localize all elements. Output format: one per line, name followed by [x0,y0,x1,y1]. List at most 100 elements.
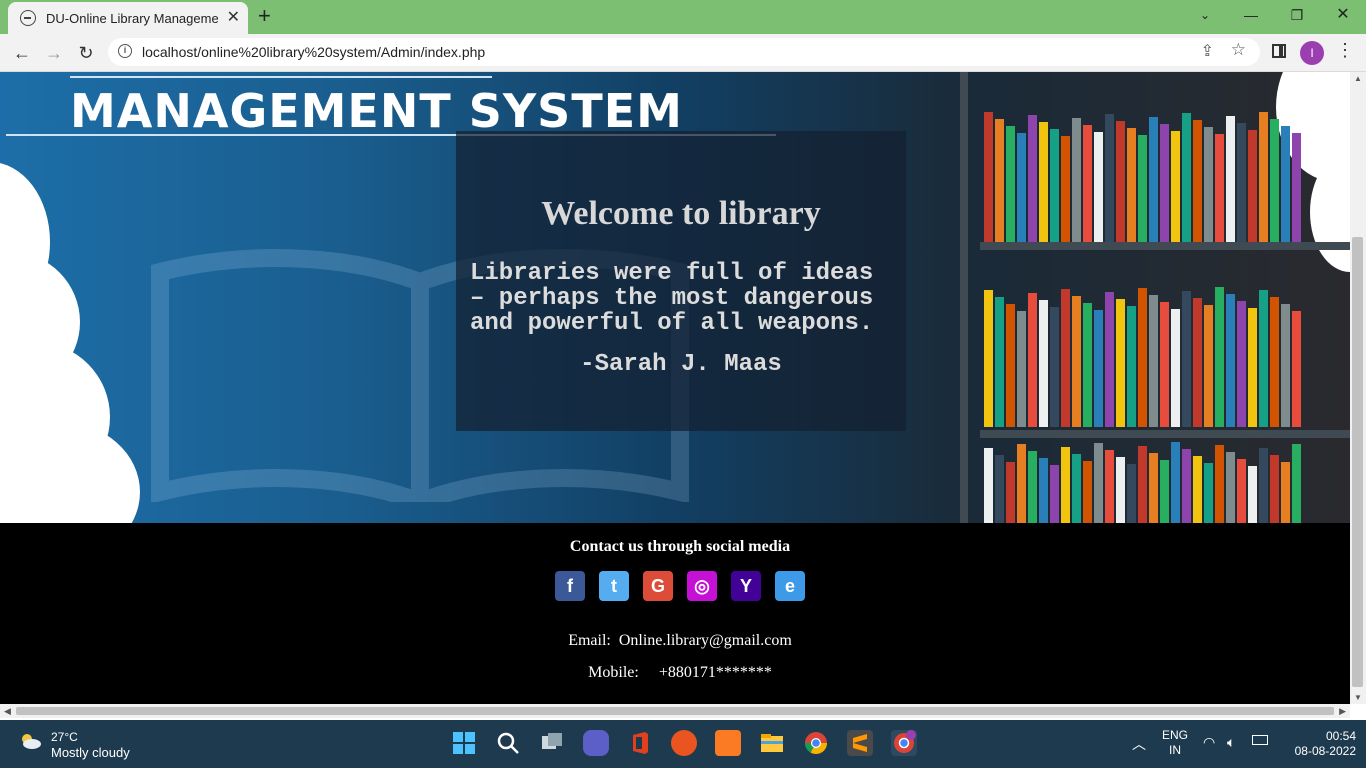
book-spine [984,448,993,523]
wifi-icon[interactable]: ◠ [1203,734,1215,751]
book-spine [984,290,993,427]
office-icon[interactable] [627,730,653,756]
weather-description[interactable]: Mostly cloudy [51,745,130,760]
reload-icon[interactable]: ↻ [73,40,99,66]
tab-search-chevron-icon[interactable]: ⌄ [1182,0,1228,30]
tab-close-icon[interactable]: ✕ [227,9,240,27]
language-code: ENG [1161,728,1188,742]
taskbar: 27°C Mostly cloudy ︿ ENG IN ◠ 🔈︎ 00:54 0… [0,720,1366,768]
scroll-up-arrow-icon[interactable]: ▲ [1354,74,1362,83]
close-window-button[interactable]: ✕ [1320,0,1366,30]
book-spine [1105,450,1114,523]
book-spine [1138,288,1147,427]
book-spine [1270,455,1279,523]
yahoo-icon[interactable]: Y [731,571,761,601]
horizontal-scrollbar[interactable]: ◀ ▶ [0,704,1350,718]
horizontal-scroll-thumb[interactable] [16,707,1334,715]
search-icon[interactable] [495,730,521,756]
task-view-icon[interactable] [539,730,565,756]
share-icon[interactable]: ⇪ [1201,41,1214,61]
teams-chat-icon[interactable] [583,730,609,756]
internet-explorer-icon[interactable]: e [775,571,805,601]
book-spine [1094,310,1103,427]
language-region: IN [1169,743,1181,757]
tray-overflow-chevron-icon[interactable]: ︿ [1132,734,1146,754]
clock-date: 08-08-2022 [1294,744,1356,758]
facebook-icon[interactable]: f [555,571,585,601]
book-spine [1006,462,1015,523]
ubuntu-icon[interactable] [671,730,697,756]
forward-arrow-icon[interactable]: → [41,40,67,66]
book-spine [1028,115,1037,242]
restore-button[interactable]: ❐ [1274,0,1320,30]
sublime-text-icon[interactable] [847,730,873,756]
xampp-icon[interactable] [715,730,741,756]
instagram-icon[interactable]: ◎ [687,571,717,601]
partly-cloudy-icon[interactable] [18,732,42,750]
book-spine [1017,444,1026,523]
logo-text: MANAGEMENT SYSTEM [70,84,683,138]
chrome-icon[interactable] [803,730,829,756]
book-spine [1017,311,1026,427]
browser-tab[interactable]: DU-Online Library Management ✕ [8,2,248,34]
book-spine [1094,443,1103,523]
globe-icon [20,10,36,26]
back-arrow-icon[interactable]: ← [9,40,35,66]
site-info-icon[interactable]: i [118,44,132,58]
language-indicator[interactable]: ENG IN [1160,728,1190,758]
book-spine [1028,293,1037,427]
windows-start-icon[interactable] [451,730,477,756]
book-spine [1138,135,1147,242]
scroll-down-arrow-icon[interactable]: ▼ [1354,693,1362,702]
book-spine [1270,119,1279,242]
volume-icon[interactable]: 🔈︎ [1227,734,1235,751]
side-panel-icon[interactable] [1272,44,1286,58]
minimize-button[interactable]: — [1228,0,1274,30]
book-spine [1083,461,1092,523]
book-spine [1061,447,1070,523]
browser-toolbar: ← → ↻ i localhost/online%20library%20sys… [0,34,1366,72]
profile-avatar[interactable]: I [1300,41,1324,65]
book-spine [1281,462,1290,523]
book-spine [984,112,993,242]
book-spine [1193,120,1202,242]
battery-icon[interactable] [1252,735,1268,745]
book-spine [1094,132,1103,242]
bookmark-star-icon[interactable]: ☆ [1231,40,1246,60]
book-spine [1193,456,1202,523]
book-spine [1072,454,1081,523]
tab-strip: DU-Online Library Management ✕ + ⌄ — ❐ ✕ [0,0,1366,34]
book-spine [1006,304,1015,427]
vertical-scrollbar[interactable]: ▲ ▼ [1350,72,1366,704]
book-spine [1105,292,1114,427]
clock[interactable]: 00:54 08-08-2022 [1278,729,1356,759]
google-icon[interactable]: G [643,571,673,601]
book-spine [1039,122,1048,242]
mobile-label: Mobile: [588,664,639,681]
scroll-left-arrow-icon[interactable]: ◀ [4,706,11,717]
book-spine [1259,112,1268,242]
url-text[interactable]: localhost/online%20library%20system/Admi… [142,44,485,60]
book-spine [1226,294,1235,427]
book-spine [1105,114,1114,242]
chrome-profile-icon[interactable] [891,730,917,756]
address-bar[interactable]: i localhost/online%20library%20system/Ad… [108,38,1260,66]
book-spine [1061,136,1070,242]
tab-title: DU-Online Library Management [46,10,218,26]
scroll-right-arrow-icon[interactable]: ▶ [1339,706,1346,717]
vertical-scroll-thumb[interactable] [1352,237,1363,687]
quote-author: -Sarah J. Maas [580,351,782,378]
book-spine [1292,311,1301,427]
book-spine [1281,126,1290,242]
weather-temperature[interactable]: 27°C [51,730,78,744]
email-label: Email: [568,632,611,649]
book-spine [1050,307,1059,427]
welcome-box: Welcome to library Libraries were full o… [456,131,906,431]
kebab-menu-icon[interactable]: ⋮ [1336,40,1354,61]
book-spine [1083,303,1092,427]
new-tab-button[interactable]: + [258,5,271,27]
twitter-icon[interactable]: t [599,571,629,601]
book-spine [1215,287,1224,427]
file-explorer-icon[interactable] [759,730,785,756]
cloud-shape [0,422,140,523]
